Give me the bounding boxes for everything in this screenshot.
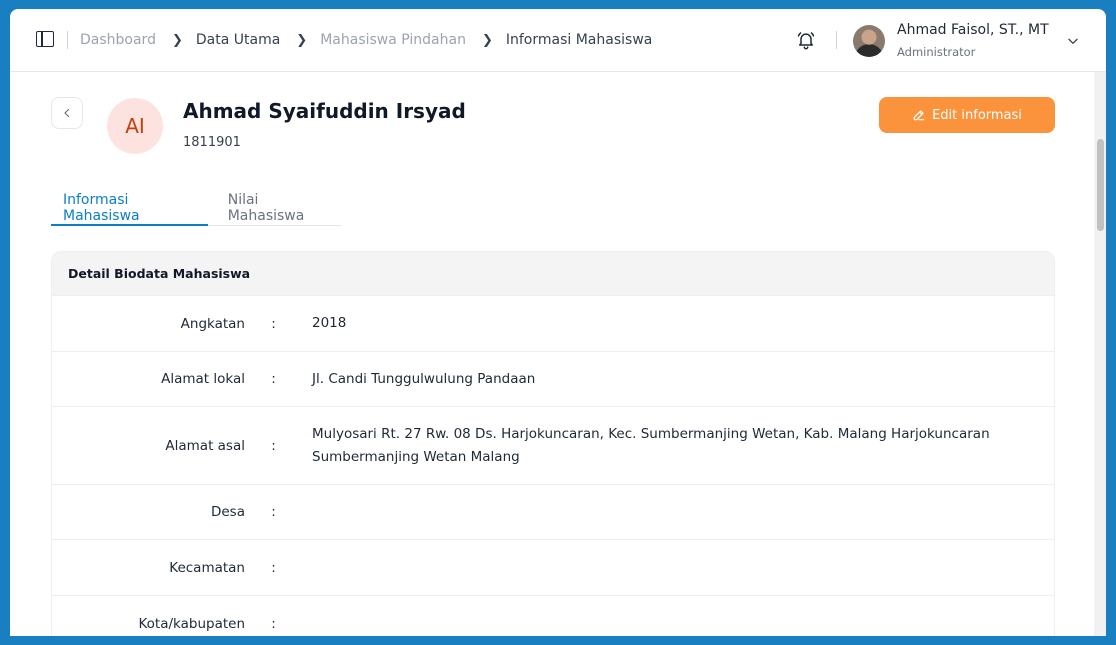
row-colon: : bbox=[271, 559, 276, 576]
chevron-left-icon bbox=[64, 108, 70, 118]
table-row: Alamat lokal : Jl. Candi Tunggulwulung P… bbox=[52, 351, 1054, 406]
student-avatar: AI bbox=[107, 98, 163, 154]
header-divider bbox=[836, 31, 837, 49]
row-colon: : bbox=[271, 437, 276, 454]
user-name[interactable]: Ahmad Faisol, ST., MT bbox=[897, 22, 1049, 38]
row-label: Angkatan bbox=[180, 315, 245, 332]
scrollbar-thumb[interactable] bbox=[1097, 139, 1104, 231]
user-role: Administrator bbox=[897, 45, 976, 59]
student-nim: 1811901 bbox=[183, 135, 241, 150]
row-colon: : bbox=[271, 371, 276, 387]
chevron-right-icon: ❯ bbox=[296, 32, 308, 48]
biodata-card: Detail Biodata Mahasiswa Angkatan : 2018… bbox=[51, 251, 1055, 636]
breadcrumb-dashboard[interactable]: Dashboard bbox=[80, 32, 156, 48]
pencil-icon bbox=[913, 110, 925, 121]
table-row: Desa : bbox=[52, 484, 1054, 539]
top-header: Dashboard ❯ Data Utama ❯ Mahasiswa Pinda… bbox=[10, 9, 1106, 72]
row-colon: : bbox=[271, 615, 276, 632]
chevron-right-icon: ❯ bbox=[481, 32, 493, 48]
edit-info-label: Edit informasi bbox=[932, 107, 1022, 123]
breadcrumb-current: Informasi Mahasiswa bbox=[505, 32, 653, 48]
app-window: Dashboard ❯ Data Utama ❯ Mahasiswa Pinda… bbox=[10, 9, 1106, 636]
breadcrumb-data-utama[interactable]: Data Utama bbox=[196, 32, 280, 48]
table-row: Kota/kabupaten : bbox=[52, 595, 1054, 636]
row-colon: : bbox=[271, 504, 276, 520]
user-avatar[interactable] bbox=[853, 25, 885, 57]
student-name: Ahmad Syaifuddin Irsyad bbox=[183, 99, 466, 123]
back-button[interactable] bbox=[51, 97, 83, 129]
row-label: Desa bbox=[210, 504, 245, 520]
bell-icon[interactable] bbox=[796, 30, 816, 50]
row-label: Kota/kabupaten bbox=[138, 615, 245, 632]
table-row: Alamat asal : Mulyosari Rt. 27 Rw. 08 Ds… bbox=[52, 406, 1054, 484]
card-title: Detail Biodata Mahasiswa bbox=[52, 252, 1054, 295]
table-row: Angkatan : 2018 bbox=[52, 295, 1054, 351]
tab-informasi-mahasiswa[interactable]: Informasi Mahasiswa bbox=[51, 184, 208, 226]
edit-info-button[interactable]: Edit informasi bbox=[879, 97, 1055, 133]
breadcrumb-mahasiswa-pindahan[interactable]: Mahasiswa Pindahan bbox=[320, 32, 466, 48]
row-label: Alamat asal bbox=[165, 437, 245, 454]
row-label: Alamat lokal bbox=[161, 371, 245, 387]
tab-nilai-mahasiswa[interactable]: Nilai Mahasiswa bbox=[216, 184, 341, 226]
row-colon: : bbox=[271, 315, 276, 332]
row-value: Mulyosari Rt. 27 Rw. 08 Ds. Harjokuncara… bbox=[312, 425, 990, 465]
chevron-right-icon: ❯ bbox=[171, 32, 183, 48]
sidebar-toggle-icon[interactable] bbox=[36, 31, 54, 47]
breadcrumb: Dashboard ❯ Data Utama ❯ Mahasiswa Pinda… bbox=[80, 29, 652, 51]
table-row: Kecamatan : bbox=[52, 539, 1054, 595]
chevron-down-icon[interactable] bbox=[1066, 34, 1080, 48]
header-divider bbox=[67, 31, 68, 49]
tab-bar: Informasi Mahasiswa Nilai Mahasiswa bbox=[51, 184, 341, 226]
row-label: Kecamatan bbox=[169, 559, 245, 576]
row-value: Jl. Candi Tunggulwulung Pandaan bbox=[312, 370, 536, 387]
row-value: 2018 bbox=[312, 315, 347, 331]
